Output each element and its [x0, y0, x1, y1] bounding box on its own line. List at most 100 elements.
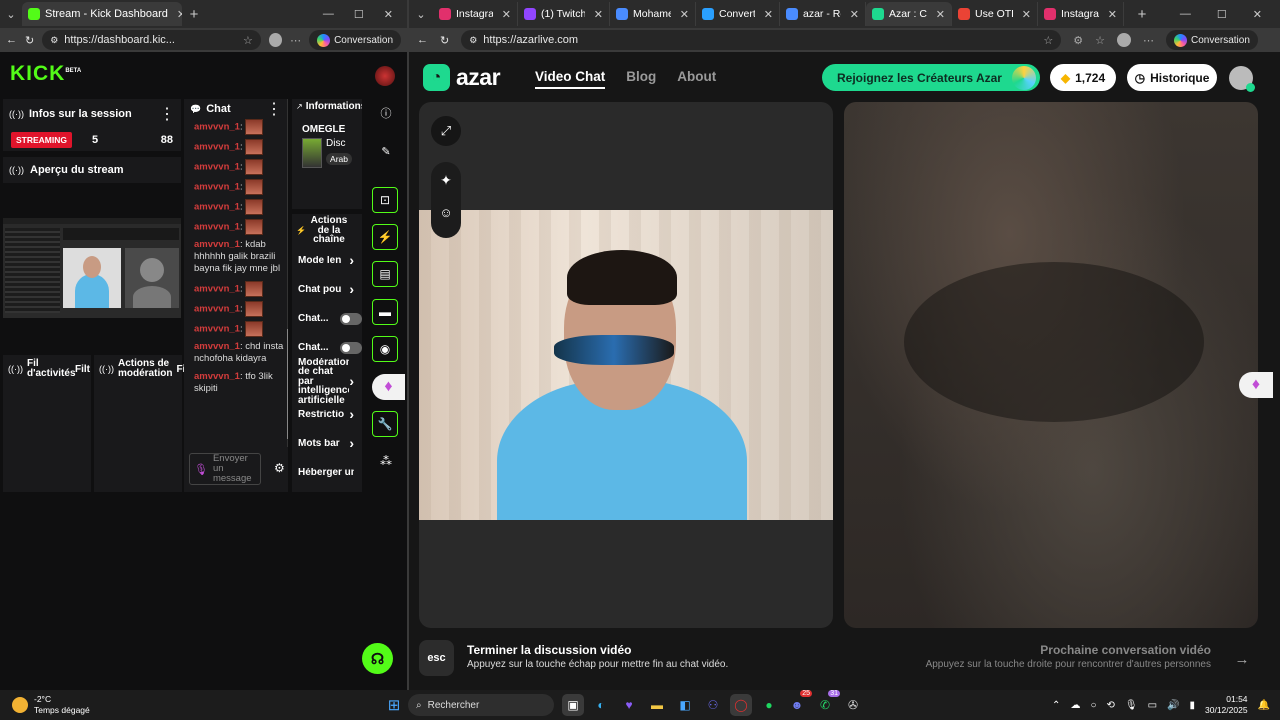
chat-username[interactable]: amvvvn_1: [194, 162, 240, 173]
kick-help-button[interactable]: ☊: [362, 643, 393, 674]
profile-avatar[interactable]: [268, 33, 283, 47]
browser-tab[interactable]: (1) Twitch ✕: [518, 2, 610, 26]
chat-username[interactable]: amvvvn_1: [194, 371, 240, 382]
channel-action-item[interactable]: Mode len ›: [298, 247, 362, 276]
channel-action-item[interactable]: Héberger une: [298, 459, 362, 488]
chat-username[interactable]: amvvvn_1: [194, 324, 240, 335]
toggle-switch[interactable]: [340, 342, 362, 354]
minimize-icon[interactable]: —: [1180, 8, 1191, 21]
new-tab-icon[interactable]: +: [1130, 6, 1154, 23]
task-view-icon[interactable]: ▣: [562, 694, 584, 716]
taskbar-search[interactable]: ⌕ Rechercher: [408, 694, 554, 716]
chat-username[interactable]: amvvvn_1: [194, 341, 240, 352]
more-icon[interactable]: ⋯: [290, 34, 301, 47]
file-explorer-icon[interactable]: ▬: [646, 694, 668, 716]
close-window-icon[interactable]: ✕: [384, 8, 393, 21]
extensions-icon[interactable]: ⚙: [1073, 34, 1083, 47]
close-tab-icon[interactable]: ✕: [590, 8, 603, 21]
right-url-field[interactable]: ⚙ https://azarlive.com ☆: [461, 30, 1062, 50]
close-tab-icon[interactable]: ✕: [498, 8, 511, 21]
new-tab-icon[interactable]: +: [182, 6, 206, 23]
maximize-icon[interactable]: ☐: [354, 8, 364, 21]
browser-tab[interactable]: Convertisseur✕: [696, 2, 780, 26]
tab-kick-dashboard[interactable]: Stream - Kick Dashboard ✕: [22, 2, 182, 26]
chat-username[interactable]: amvvvn_1: [194, 142, 240, 153]
history-button[interactable]: ◷ Historique: [1127, 64, 1217, 91]
chat-bubble-icon[interactable]: ▬: [372, 299, 398, 325]
chat-username[interactable]: amvvvn_1: [194, 222, 240, 233]
app-heart-icon[interactable]: ♥: [618, 694, 640, 716]
channel-action-item[interactable]: Mots bar ›: [298, 430, 362, 459]
chat-username[interactable]: amvvvn_1: [194, 182, 240, 193]
tray-sync-icon[interactable]: ⟲: [1106, 700, 1114, 711]
close-tab-icon[interactable]: ✕: [676, 8, 689, 21]
toggle-switch[interactable]: [340, 313, 362, 325]
activity-filter[interactable]: Filt: [75, 364, 90, 375]
profile-avatar[interactable]: [1116, 33, 1131, 47]
opera-icon[interactable]: ◯: [730, 694, 752, 716]
back-icon[interactable]: ←: [417, 34, 428, 46]
close-window-icon[interactable]: ✕: [1253, 8, 1262, 21]
left-url-field[interactable]: ⚙ https://dashboard.kic... ☆: [42, 30, 261, 50]
chat-username[interactable]: amvvvn_1: [194, 284, 240, 295]
app-misc-icon[interactable]: ✇: [842, 694, 864, 716]
close-tab-icon[interactable]: ✕: [1104, 8, 1117, 21]
edge-icon[interactable]: ◐: [590, 694, 612, 716]
nav-blog[interactable]: Blog: [626, 69, 656, 89]
info-icon[interactable]: ⓘ: [378, 105, 394, 121]
lightning-icon[interactable]: ⚡: [372, 224, 398, 250]
expand-icon[interactable]: ⤢: [431, 116, 461, 146]
chat-username[interactable]: amvvvn_1: [194, 202, 240, 213]
back-icon[interactable]: ←: [6, 34, 17, 46]
favorites-icon[interactable]: ☆: [1095, 34, 1105, 47]
chevron-right-icon[interactable]: ›: [349, 254, 362, 267]
minimize-icon[interactable]: —: [323, 8, 334, 21]
chat-menu-icon[interactable]: ⋮: [266, 99, 282, 119]
account-avatar[interactable]: [1229, 66, 1255, 92]
onedrive-icon[interactable]: ☁: [1070, 700, 1080, 711]
stream-preview[interactable]: [3, 218, 181, 318]
document-icon[interactable]: ▤: [372, 261, 398, 287]
channel-action-item[interactable]: Définir...›: [298, 488, 362, 493]
browser-tab[interactable]: azar - Recher✕: [780, 2, 866, 26]
azar-extension-icon[interactable]: ♦: [1239, 372, 1273, 398]
clock[interactable]: 01:54 30/12/2025: [1205, 694, 1248, 716]
user-avatar[interactable]: [375, 66, 395, 86]
refresh-icon[interactable]: ↻: [440, 34, 449, 47]
azar-logo[interactable]: ◔ azar: [423, 64, 501, 91]
teams-icon[interactable]: ⚇: [702, 694, 724, 716]
browser-tab[interactable]: Instagram✕: [433, 2, 518, 26]
chat-username[interactable]: amvvvn_1: [194, 122, 240, 133]
chevron-right-icon[interactable]: ›: [349, 374, 362, 387]
sparkles-icon[interactable]: ✦: [440, 172, 452, 189]
spotify-icon[interactable]: ●: [758, 694, 780, 716]
broadcast-toggle-icon[interactable]: ◉: [372, 336, 398, 362]
network-icon[interactable]: ▭: [1148, 700, 1157, 711]
screenshot-icon[interactable]: ⊡: [372, 187, 398, 213]
weather-widget[interactable]: -2°C Temps dégagé: [0, 694, 380, 716]
join-creators-button[interactable]: Rejoignez les Créateurs Azar: [822, 64, 1040, 91]
tab-list-icon[interactable]: ⌄: [0, 8, 22, 21]
chat-settings-icon[interactable]: ⚙: [274, 461, 285, 475]
favorite-star-icon[interactable]: ☆: [1043, 34, 1053, 47]
chat-username[interactable]: amvvvn_1: [194, 304, 240, 315]
nav-video-chat[interactable]: Video Chat: [535, 69, 606, 89]
store-icon[interactable]: ◧: [674, 694, 696, 716]
next-arrow-icon[interactable]: →: [1228, 647, 1256, 671]
close-tab-icon[interactable]: ✕: [173, 8, 182, 21]
mic-icon[interactable]: 🎙: [194, 463, 208, 476]
favorite-star-icon[interactable]: ☆: [243, 34, 253, 47]
apps-icon[interactable]: ⁂: [378, 453, 394, 469]
discord-icon[interactable]: ☻ 25: [786, 690, 812, 716]
tray-chevron-icon[interactable]: ⌃: [1052, 700, 1060, 711]
close-tab-icon[interactable]: ✕: [846, 8, 859, 21]
right-conversation-button[interactable]: Conversation: [1165, 30, 1258, 50]
windows-start-icon[interactable]: ⊞: [383, 694, 405, 716]
session-menu-icon[interactable]: ⋮: [159, 104, 175, 124]
battery-icon[interactable]: ▮: [1189, 700, 1195, 711]
more-icon[interactable]: ⋯: [1143, 34, 1154, 47]
wrench-icon[interactable]: 🔧: [372, 411, 398, 437]
notifications-icon[interactable]: 🔔: [1258, 700, 1270, 711]
kick-logo[interactable]: KICKBETA: [10, 62, 81, 86]
nav-about[interactable]: About: [677, 69, 716, 89]
